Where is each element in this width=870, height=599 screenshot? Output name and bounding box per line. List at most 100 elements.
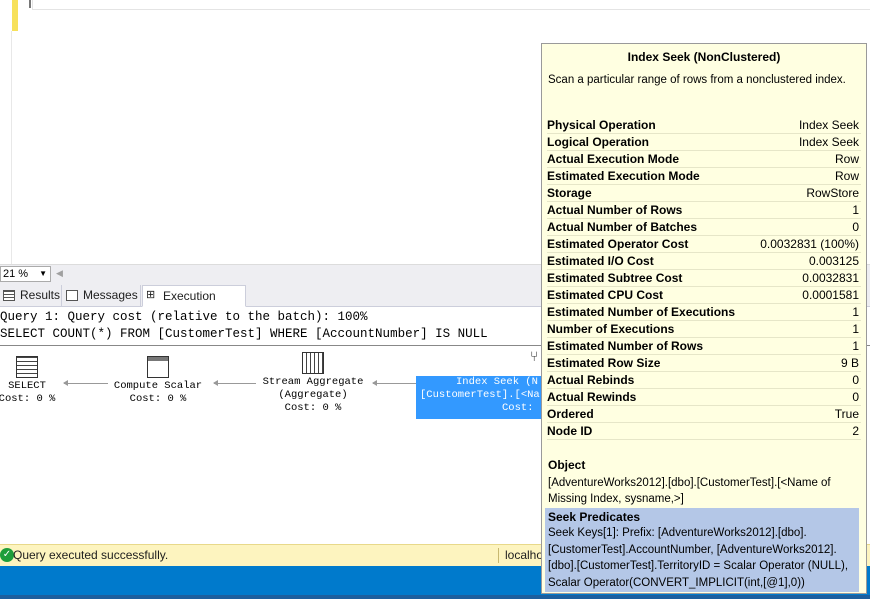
grid-icon — [3, 290, 15, 301]
zoom-value: 21 % — [3, 268, 29, 280]
tooltip-title: Index Seek (NonClustered) — [627, 50, 781, 64]
scroll-left-icon[interactable]: ◀ — [56, 268, 63, 279]
property-name: Estimated Execution Mode — [547, 169, 700, 183]
tooltip-property-row: Estimated Subtree Cost 0.0032831 — [547, 270, 861, 287]
property-value: 0.0001581 — [802, 288, 859, 302]
tooltip-property-row: Number of Executions 1 — [547, 321, 861, 338]
property-name: Actual Rewinds — [547, 390, 637, 404]
property-value: 1 — [852, 322, 859, 336]
select-node[interactable]: SELECT Cost: 0 % — [0, 356, 56, 406]
property-name: Estimated Subtree Cost — [547, 271, 683, 285]
tooltip-property-row: Estimated Operator Cost 0.0032831 (100%) — [547, 236, 861, 253]
zoom-dropdown[interactable]: 21 % ▼ — [0, 266, 51, 282]
arrow-stream-to-compute — [213, 380, 256, 386]
seek-predicates-section: Seek Predicates Seek Keys[1]: Prefix: [A… — [545, 508, 859, 592]
gutter-separator — [11, 31, 12, 264]
property-value: True — [834, 407, 859, 421]
select-icon — [16, 356, 38, 378]
tooltip-property-row: Actual Rebinds 0 — [547, 372, 861, 389]
property-name: Estimated Number of Rows — [547, 339, 704, 353]
tab-messages-label: Messages — [83, 288, 138, 302]
tooltip-object-title: Object — [548, 458, 586, 472]
stream-aggregate-node[interactable]: Stream Aggregate (Aggregate) Cost: 0 % — [258, 352, 368, 415]
property-name: Node ID — [547, 424, 593, 438]
property-value: Row — [834, 169, 859, 183]
property-name: Ordered — [547, 407, 594, 421]
current-line-highlight — [32, 0, 870, 10]
tooltip-object-value: [AdventureWorks2012].[dbo].[CustomerTest… — [548, 477, 831, 505]
tab-execution-plan[interactable]: ⊞ Execution plan — [142, 285, 246, 323]
seek-predicates-value: Seek Keys[1]: Prefix: [AdventureWorks201… — [548, 527, 849, 589]
select-node-name: SELECT — [8, 380, 46, 392]
tooltip-property-row: Estimated I/O Cost 0.003125 — [547, 253, 861, 270]
compute-scalar-icon — [147, 356, 169, 378]
property-value: 0.0032831 (100%) — [760, 237, 859, 251]
tab-results[interactable]: Results — [0, 285, 62, 307]
property-value: 1 — [852, 339, 859, 353]
property-name: Storage — [547, 186, 592, 200]
tooltip-property-row: Ordered True — [547, 406, 861, 423]
stream-aggregate-icon — [302, 352, 324, 374]
property-name: Actual Number of Rows — [547, 203, 683, 217]
stream-aggregate-cost: Cost: 0 % — [284, 402, 342, 414]
status-message: Query executed successfully. — [13, 548, 169, 562]
compute-scalar-cost: Cost: 0 % — [129, 393, 187, 405]
tooltip-property-row: Actual Execution Mode Row — [547, 151, 861, 168]
property-value: 0 — [852, 373, 859, 387]
query-cost-header: Query 1: Query cost (relative to the bat… — [0, 310, 368, 324]
tooltip-property-row: Actual Rewinds 0 — [547, 389, 861, 406]
property-name: Estimated Row Size — [547, 356, 661, 370]
tab-messages[interactable]: Messages — [63, 285, 141, 307]
property-name: Estimated I/O Cost — [547, 254, 654, 268]
index-seek-sub: [CustomerTest].[<Na — [420, 389, 540, 401]
property-name: Actual Number of Batches — [547, 220, 698, 234]
tooltip-property-row: Physical Operation Index Seek — [547, 117, 861, 134]
index-seek-node[interactable]: Index Seek (N [CustomerTest].[<Na Cost: — [416, 376, 542, 419]
messages-icon — [66, 290, 78, 301]
property-name: Actual Execution Mode — [547, 152, 680, 166]
tooltip-property-row: Node ID 2 — [547, 423, 861, 440]
property-value: RowStore — [806, 186, 859, 200]
index-seek-cost: Cost: — [502, 402, 534, 414]
compute-scalar-name: Compute Scalar — [113, 380, 203, 392]
select-node-cost: Cost: 0 % — [0, 393, 56, 405]
tooltip-property-row: Actual Number of Rows 1 — [547, 202, 861, 219]
stream-aggregate-sub: (Aggregate) — [278, 389, 348, 401]
property-value: 9 B — [840, 356, 859, 370]
property-name: Physical Operation — [547, 118, 656, 132]
tooltip-property-row: Actual Number of Batches 0 — [547, 219, 861, 236]
check-icon: ✓ — [0, 548, 14, 562]
tooltip-property-row: Estimated Execution Mode Row — [547, 168, 861, 185]
change-marker — [12, 0, 18, 31]
status-separator — [498, 548, 499, 563]
property-name: Number of Executions — [547, 322, 675, 336]
property-value: 1 — [852, 203, 859, 217]
tooltip-property-row: Estimated CPU Cost 0.0001581 — [547, 287, 861, 304]
property-value: 0.0032831 — [802, 271, 859, 285]
tooltip-property-row: Estimated Row Size 9 B — [547, 355, 861, 372]
tooltip-description: Scan a particular range of rows from a n… — [548, 74, 846, 86]
property-value: 2 — [852, 424, 859, 438]
tooltip-property-row: Estimated Number of Rows 1 — [547, 338, 861, 355]
index-seek-name: Index Seek (N — [456, 376, 538, 388]
arrow-seek-to-stream — [372, 380, 416, 386]
property-name: Estimated Operator Cost — [547, 237, 689, 251]
property-value: 0.003125 — [808, 254, 859, 268]
compute-scalar-node[interactable]: Compute Scalar Cost: 0 % — [110, 356, 206, 406]
chevron-down-icon: ▼ — [39, 269, 47, 278]
property-value: Index Seek — [798, 135, 859, 149]
property-name: Estimated CPU Cost — [547, 288, 664, 302]
property-name: Logical Operation — [547, 135, 650, 149]
property-name: Actual Rebinds — [547, 373, 635, 387]
stream-aggregate-name: Stream Aggregate — [262, 376, 364, 388]
text-caret — [29, 0, 31, 8]
tab-results-label: Results — [20, 288, 61, 302]
tooltip-properties: Physical Operation Index Seek Logical Oper… — [547, 117, 861, 440]
property-value: 1 — [852, 305, 859, 319]
seek-predicates-title: Seek Predicates — [548, 510, 641, 524]
bottom-edge — [0, 595, 870, 599]
tooltip-property-row: Logical Operation Index Seek — [547, 134, 861, 151]
property-value: 0 — [852, 220, 859, 234]
execution-plan-icon: ⊞ — [146, 289, 156, 301]
property-value: Index Seek — [798, 118, 859, 132]
